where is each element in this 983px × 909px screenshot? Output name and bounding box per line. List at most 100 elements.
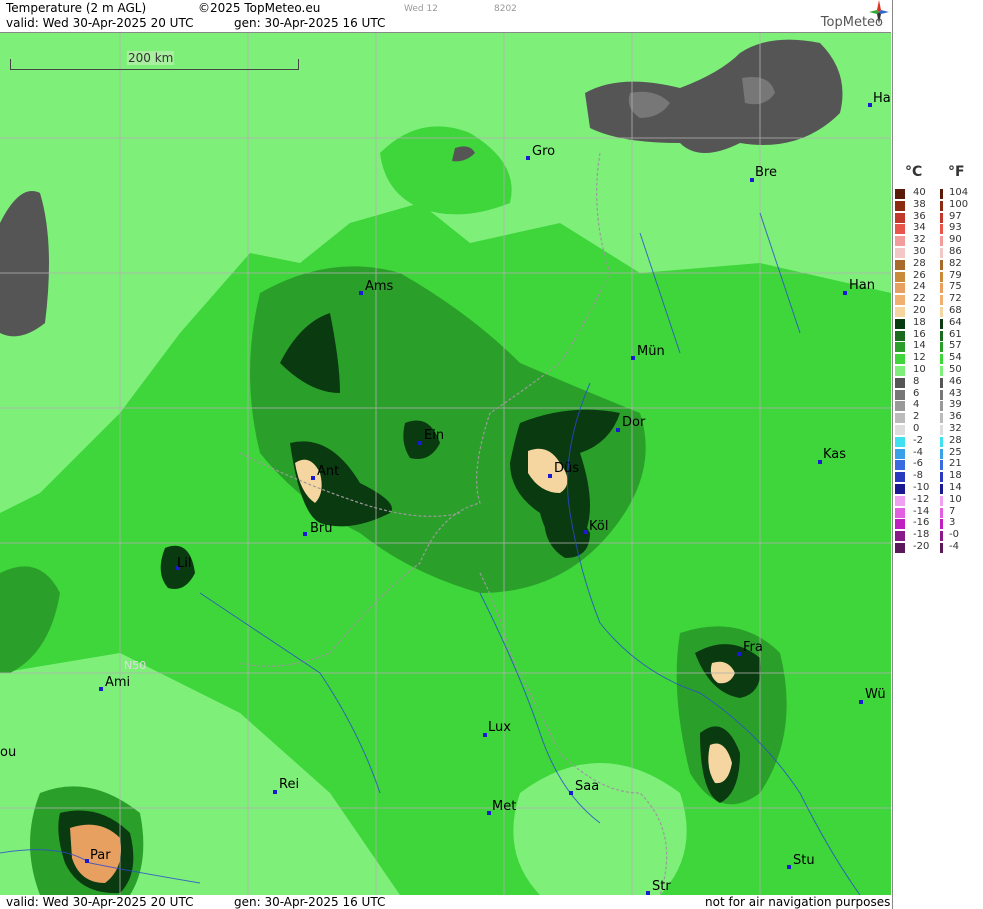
legend-label-celsius: -20 <box>913 541 930 552</box>
legend-row: 14 57 <box>893 340 983 353</box>
legend-row: 0 32 <box>893 423 983 435</box>
legend-swatch-celsius <box>895 330 905 341</box>
step-label: Wed 12 <box>404 4 438 14</box>
city-marker <box>584 530 588 534</box>
legend-label-celsius: 28 <box>913 257 926 269</box>
footer-disclaimer: not for air navigation purposes <box>705 895 891 909</box>
legend-swatch-celsius <box>895 318 905 329</box>
legend-swatch-celsius <box>895 200 905 211</box>
legend-row: -8 18 <box>893 470 983 483</box>
legend-row: 28 82 <box>893 257 983 270</box>
city-marker <box>311 476 315 480</box>
temperature-map[interactable]: 200 km N50 Gro Bre Ha Ams Han Mün Ein Do… <box>0 33 891 895</box>
legend-swatch-fahrenheit <box>940 271 943 282</box>
city-label: Lil <box>177 556 192 571</box>
map-footer: valid: Wed 30-Apr-2025 20 UTC gen: 30-Ap… <box>0 895 891 909</box>
legend-label-celsius: -6 <box>913 458 923 470</box>
city-label: Wü <box>865 687 886 702</box>
legend-label-fahrenheit: 72 <box>949 293 962 305</box>
legend-label-celsius: 18 <box>913 316 926 328</box>
legend-swatch-fahrenheit <box>940 224 943 235</box>
city-label: Lux <box>488 720 511 735</box>
legend-swatch-celsius <box>895 342 905 353</box>
legend-label-celsius: 38 <box>913 198 926 210</box>
legend-row: 20 68 <box>893 305 983 317</box>
legend-row: 30 86 <box>893 246 983 258</box>
legend-swatch-fahrenheit <box>940 413 943 424</box>
legend-swatch-celsius <box>895 448 905 459</box>
legend-swatch-celsius <box>895 484 905 494</box>
topmeteo-logo: TopMeteo <box>795 0 891 32</box>
legend-row: 34 93 <box>893 222 983 235</box>
legend-swatch-fahrenheit <box>940 212 943 223</box>
copyright: ©2025 TopMeteo.eu <box>198 1 321 15</box>
legend-label-celsius: -2 <box>913 434 923 446</box>
city-label: Bre <box>755 165 777 180</box>
legend-swatch-fahrenheit <box>940 354 943 365</box>
legend-swatch-celsius <box>895 189 905 199</box>
legend-row: 24 75 <box>893 281 983 294</box>
legend-label-celsius: -16 <box>913 517 930 529</box>
legend-label-fahrenheit: 90 <box>949 234 962 246</box>
legend-row: 10 50 <box>893 364 983 376</box>
legend-label-fahrenheit: 93 <box>949 222 962 234</box>
legend-swatch-fahrenheit <box>940 377 943 388</box>
legend-swatch-celsius <box>895 283 905 294</box>
city-marker <box>359 291 363 295</box>
city-marker <box>843 291 847 295</box>
legend-label-fahrenheit: 25 <box>949 446 962 458</box>
legend-row: 8 46 <box>893 376 983 388</box>
legend-label-fahrenheit: 43 <box>949 387 962 399</box>
footer-valid-time: valid: Wed 30-Apr-2025 20 UTC <box>6 895 194 909</box>
legend-label-fahrenheit: 79 <box>949 269 962 281</box>
legend-label-fahrenheit: 18 <box>949 470 962 482</box>
city-marker <box>85 859 89 863</box>
legend-row: 4 39 <box>893 399 983 412</box>
legend-swatch-fahrenheit <box>940 200 943 211</box>
legend-swatch-celsius <box>895 472 905 483</box>
legend-label-fahrenheit: 75 <box>949 281 962 293</box>
legend-swatch-fahrenheit <box>940 401 943 412</box>
city-marker <box>859 700 863 704</box>
legend-row: 22 72 <box>893 293 983 306</box>
legend-swatch-fahrenheit <box>940 366 943 376</box>
legend-swatch-celsius <box>895 460 905 471</box>
city-label: Fra <box>743 640 763 655</box>
legend-label-celsius: -10 <box>913 482 930 493</box>
legend-label-fahrenheit: 28 <box>949 434 962 446</box>
map-code: 8202 <box>494 4 517 14</box>
city-marker <box>787 865 791 869</box>
legend-label-celsius: -18 <box>913 529 930 541</box>
legend-swatch-fahrenheit <box>940 425 943 435</box>
legend-row: -10 14 <box>893 482 983 494</box>
legend-label-fahrenheit: 86 <box>949 246 962 257</box>
city-label: Düs <box>554 461 580 476</box>
legend-swatch-fahrenheit <box>940 342 943 353</box>
legend-unit-celsius: °C <box>905 164 923 180</box>
legend-label-fahrenheit: 3 <box>949 517 956 529</box>
legend-swatch-celsius <box>895 224 905 235</box>
legend-row: -20 -4 <box>893 541 983 553</box>
legend-label-fahrenheit: 7 <box>949 505 956 517</box>
legend-label-celsius: 30 <box>913 246 926 257</box>
legend-label-celsius: 14 <box>913 340 926 352</box>
legend-label-fahrenheit: 61 <box>949 328 962 340</box>
legend-label-celsius: 2 <box>913 411 920 423</box>
legend-swatch-fahrenheit <box>940 283 943 294</box>
legend-swatch-fahrenheit <box>940 330 943 341</box>
legend-label-celsius: 34 <box>913 222 926 234</box>
legend-label-celsius: 24 <box>913 281 926 293</box>
city-label: Ami <box>105 675 131 690</box>
legend-swatch-fahrenheit <box>940 259 943 270</box>
legend-label-celsius: 20 <box>913 305 926 316</box>
legend-row: 26 79 <box>893 269 983 282</box>
legend-swatch-fahrenheit <box>940 519 943 530</box>
city-label: Kas <box>823 447 847 462</box>
legend-row: 36 97 <box>893 211 983 223</box>
generated-time: gen: 30-Apr-2025 16 UTC <box>234 16 386 30</box>
legend-label-fahrenheit: -0 <box>949 529 959 541</box>
city-label: ou <box>0 745 17 760</box>
legend-swatch-fahrenheit <box>940 389 943 400</box>
legend-row: -6 21 <box>893 458 983 471</box>
legend-label-celsius: 22 <box>913 293 926 305</box>
